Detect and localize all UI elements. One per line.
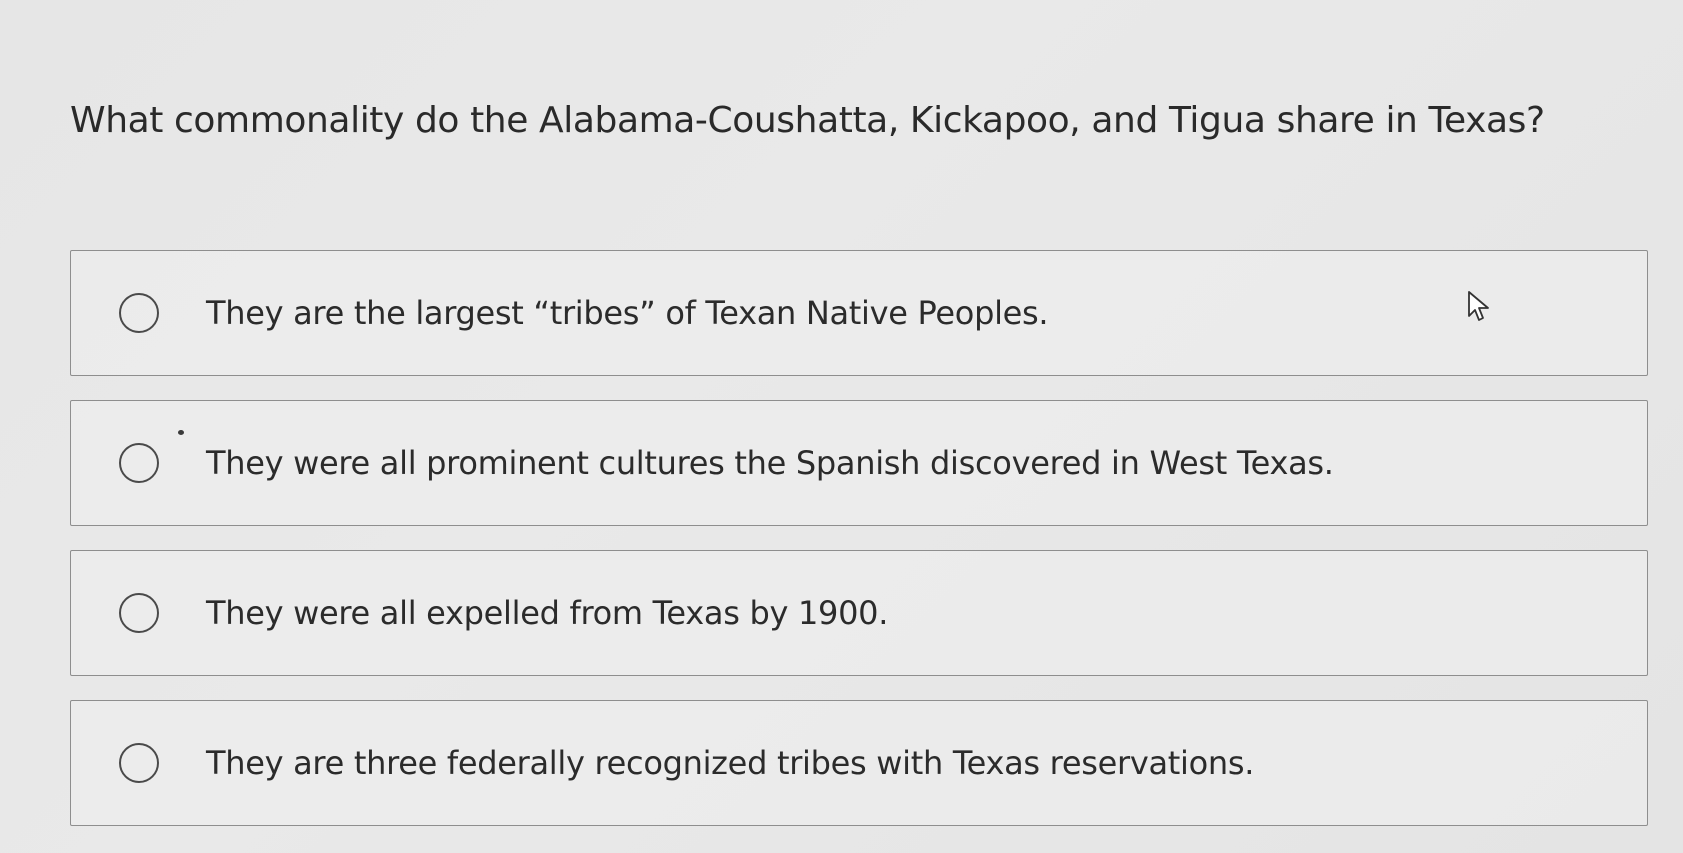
mouse-pointer-icon: [1468, 291, 1489, 321]
answer-options: They are the largest “tribes” of Texan N…: [70, 250, 1648, 850]
question-text: What commonality do the Alabama-Coushatt…: [70, 100, 1545, 141]
radio-unselected-icon[interactable]: [119, 443, 159, 483]
answer-option-3[interactable]: They were all expelled from Texas by 190…: [70, 550, 1648, 676]
radio-unselected-icon[interactable]: [119, 293, 159, 333]
answer-option-label: They are three federally recognized trib…: [206, 744, 1255, 782]
radio-unselected-icon[interactable]: [119, 743, 159, 783]
screen-speck: [178, 430, 184, 435]
answer-option-1[interactable]: They are the largest “tribes” of Texan N…: [70, 250, 1648, 376]
answer-option-label: They were all prominent cultures the Spa…: [206, 444, 1334, 482]
answer-option-label: They are the largest “tribes” of Texan N…: [206, 294, 1049, 332]
answer-option-label: They were all expelled from Texas by 190…: [206, 594, 889, 632]
radio-unselected-icon[interactable]: [119, 593, 159, 633]
answer-option-4[interactable]: They are three federally recognized trib…: [70, 700, 1648, 826]
answer-option-2[interactable]: They were all prominent cultures the Spa…: [70, 400, 1648, 526]
